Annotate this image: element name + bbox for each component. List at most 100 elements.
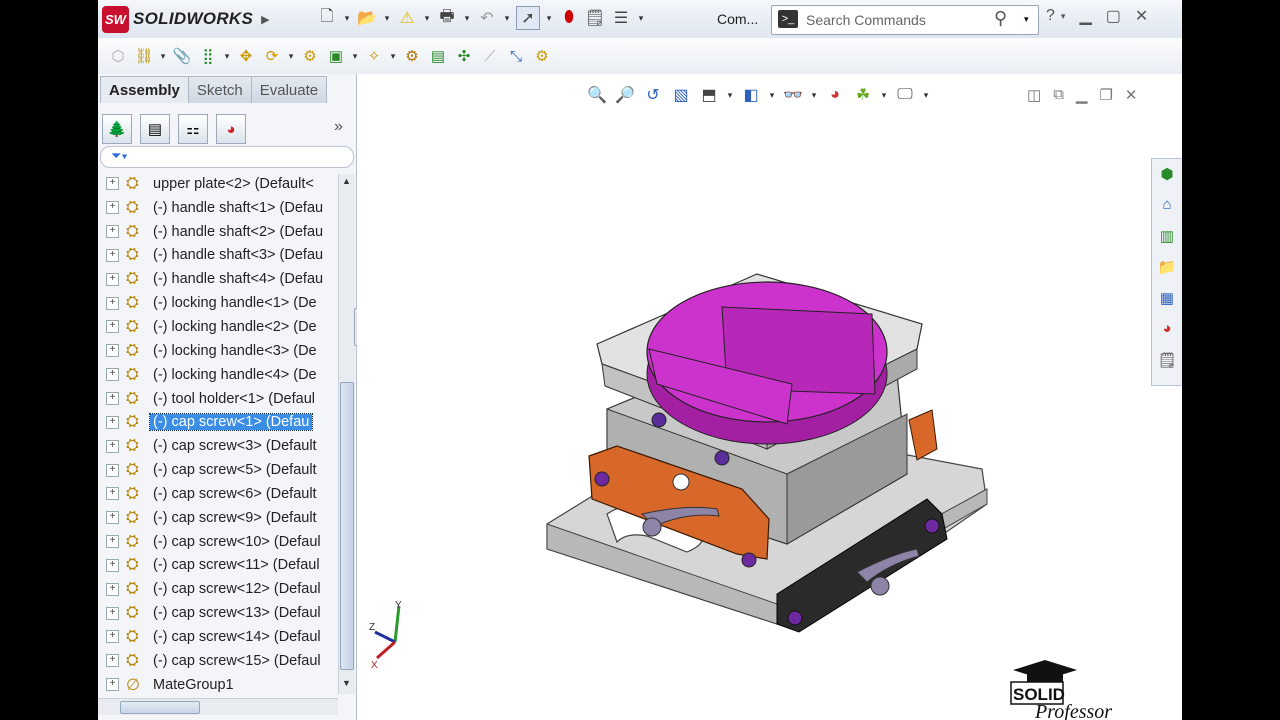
tree-item[interactable]: + ⛭ (-) cap screw<3> (Default <box>98 434 338 458</box>
horizontal-scroll-thumb[interactable] <box>120 701 200 714</box>
tab-assembly[interactable]: Assembly <box>100 76 189 103</box>
expand-icon[interactable]: + <box>106 463 119 477</box>
tree-vertical-scrollbar[interactable]: ▲ ▼ <box>338 174 355 694</box>
scroll-up-icon[interactable]: ▲ <box>342 176 351 186</box>
tree-item[interactable]: + ⛭ (-) handle shaft<2> (Defau <box>98 220 338 244</box>
tree-item[interactable]: + ⛭ (-) locking handle<3> (De <box>98 339 338 363</box>
pattern-dropdown-caret[interactable]: ▾ <box>222 51 232 62</box>
tree-item[interactable]: + ⛭ (-) cap screw<11> (Defaul <box>98 554 338 578</box>
apply-scene-icon[interactable]: ☘ <box>851 83 875 107</box>
home-icon[interactable]: ⌂ <box>1155 192 1179 217</box>
paperclip-icon[interactable]: 📎 <box>170 44 194 68</box>
expand-icon[interactable]: + <box>106 558 119 572</box>
expand-icon[interactable]: + <box>106 320 119 334</box>
open-dropdown-caret[interactable]: ▾ <box>382 13 392 24</box>
minimize-button[interactable]: ▁ <box>1079 6 1091 26</box>
expand-icon[interactable]: + <box>106 177 119 191</box>
pattern-icon[interactable]: ⣿ <box>196 44 220 68</box>
assembly-features-icon[interactable]: ▣ <box>324 44 348 68</box>
scene-dropdown-caret[interactable]: ▾ <box>879 90 889 101</box>
filter-icon[interactable]: ⏷▾ <box>111 148 128 164</box>
expand-icon[interactable]: + <box>106 368 119 382</box>
zoom-to-area-icon[interactable]: 🔎 <box>613 83 637 107</box>
orientation-dropdown-caret[interactable]: ▾ <box>725 90 735 101</box>
view-settings-icon[interactable]: 🖵 <box>893 83 917 107</box>
tree-item[interactable]: + ⛭ (-) locking handle<2> (De <box>98 315 338 339</box>
tree-item[interactable]: + ⛭ (-) cap screw<9> (Default <box>98 506 338 530</box>
property-manager-icon[interactable]: ▤ <box>140 114 170 144</box>
viewport-close-button[interactable]: ✕ <box>1125 86 1138 104</box>
expand-icon[interactable]: + <box>106 511 119 525</box>
tree-item[interactable]: + ∅ MateGroup1 <box>98 673 338 696</box>
expand-icon[interactable]: + <box>106 344 119 358</box>
search-commands-box[interactable]: >_ Search Commands ⚲ ▾ <box>771 5 1039 35</box>
assembly-model[interactable] <box>537 214 1007 634</box>
link-views-icon[interactable]: ⧉ <box>1053 86 1064 104</box>
expand-icon[interactable]: + <box>106 487 119 501</box>
expand-icon[interactable]: + <box>106 582 119 596</box>
scroll-down-icon[interactable]: ▼ <box>342 678 351 688</box>
search-icon[interactable]: ⚲ <box>994 8 1007 29</box>
traffic-light-icon[interactable]: ⬮ <box>558 7 580 29</box>
tree-item[interactable]: + ⛭ (-) cap screw<5> (Default <box>98 458 338 482</box>
move-component-icon[interactable]: ✥ <box>234 44 258 68</box>
explode-line-sketch-icon[interactable]: ⟋ <box>478 44 502 68</box>
appearances-scenes-icon[interactable]: ◕ <box>1155 316 1179 341</box>
rebuild-dropdown-caret[interactable]: ▾ <box>422 13 432 24</box>
menu-arrow-icon[interactable]: ▶ <box>261 13 269 26</box>
new-motion-study-icon[interactable]: ⚙ <box>400 44 424 68</box>
tree-item[interactable]: + ⛭ upper plate<2> (Default< <box>98 172 338 196</box>
help-dropdown-caret[interactable]: ▾ <box>1061 11 1066 22</box>
tree-item[interactable]: + ⛭ (-) cap screw<6> (Default <box>98 482 338 506</box>
tree-item[interactable]: + ⛭ (-) cap screw<1> (Defau <box>98 410 338 434</box>
file-properties-icon[interactable]: 🗒 <box>584 7 606 29</box>
expand-icon[interactable]: + <box>106 654 119 668</box>
expand-icon[interactable]: + <box>106 296 119 310</box>
insert-component-icon[interactable]: ⬡ <box>106 44 130 68</box>
edit-appearance-icon[interactable]: ◕ <box>823 83 847 107</box>
select-arrow-icon[interactable]: ➚ <box>516 6 540 30</box>
new-document-icon[interactable]: 🗋 <box>316 7 338 29</box>
close-button[interactable]: ✕ <box>1135 6 1148 26</box>
help-icon[interactable]: ? <box>1046 7 1055 25</box>
expand-icon[interactable]: + <box>106 678 119 692</box>
instant3d-icon[interactable]: ⚙ <box>530 44 554 68</box>
tab-evaluate[interactable]: Evaluate <box>250 76 328 103</box>
view-palette-icon[interactable]: ▦ <box>1155 285 1179 310</box>
maximize-button[interactable]: ▢ <box>1106 6 1121 26</box>
exploded-view-icon[interactable]: ✣ <box>452 44 476 68</box>
expand-icon[interactable]: + <box>106 606 119 620</box>
tree-item[interactable]: + ⛭ (-) handle shaft<4> (Defau <box>98 267 338 291</box>
expand-icon[interactable]: + <box>106 439 119 453</box>
tree-item[interactable]: + ⛭ (-) handle shaft<1> (Defau <box>98 196 338 220</box>
new-dropdown-caret[interactable]: ▾ <box>342 13 352 24</box>
open-folder-icon[interactable]: 📂 <box>356 7 378 29</box>
tree-horizontal-scrollbar[interactable] <box>98 698 338 715</box>
tab-sketch[interactable]: Sketch <box>187 76 252 103</box>
view-orientation-icon[interactable]: ⬒ <box>697 83 721 107</box>
tree-filter-field[interactable]: ⏷▾ <box>100 146 354 168</box>
mate-icon[interactable]: ⛓ <box>132 44 156 68</box>
tree-item[interactable]: + ⛭ (-) tool holder<1> (Defaul <box>98 387 338 411</box>
search-input[interactable]: Search Commands <box>806 12 926 28</box>
rebuild-warning-icon[interactable]: ⚠ <box>396 7 418 29</box>
tree-item[interactable]: + ⛭ (-) handle shaft<3> (Defau <box>98 244 338 268</box>
tree-item[interactable]: + ⛭ (-) cap screw<10> (Defaul <box>98 530 338 554</box>
move-dropdown-caret[interactable]: ▾ <box>286 51 296 62</box>
rotate-component-icon[interactable]: ⟳ <box>260 44 284 68</box>
split-view-icon[interactable]: ◫ <box>1027 86 1041 104</box>
view-settings-dropdown-caret[interactable]: ▾ <box>921 90 931 101</box>
viewport-restore-button[interactable]: ❐ <box>1099 86 1112 104</box>
undo-icon[interactable]: ↶ <box>476 7 498 29</box>
custom-properties-icon[interactable]: 🗒 <box>1155 347 1179 372</box>
show-hidden-icon[interactable]: ⚙ <box>298 44 322 68</box>
graphics-area[interactable]: 🔍 🔎 ↺ ▧ ⬒ ▾ ◧ ▾ 👓 ▾ ◕ ☘ ▾ 🖵 ▾ ◫ ⧉ ▁ ❐ ✕ <box>357 74 1182 720</box>
print-icon[interactable]: 🖶 <box>436 7 458 29</box>
zoom-to-fit-icon[interactable]: 🔍 <box>585 83 609 107</box>
display-style-dropdown-caret[interactable]: ▾ <box>767 90 777 101</box>
feature-manager-tree-icon[interactable]: 🌲 <box>102 114 132 144</box>
tree-item[interactable]: + ⛭ (-) locking handle<4> (De <box>98 363 338 387</box>
search-dropdown-caret[interactable]: ▾ <box>1024 14 1029 25</box>
reference-geometry-icon[interactable]: ✧ <box>362 44 386 68</box>
undo-dropdown-caret[interactable]: ▾ <box>502 13 512 24</box>
